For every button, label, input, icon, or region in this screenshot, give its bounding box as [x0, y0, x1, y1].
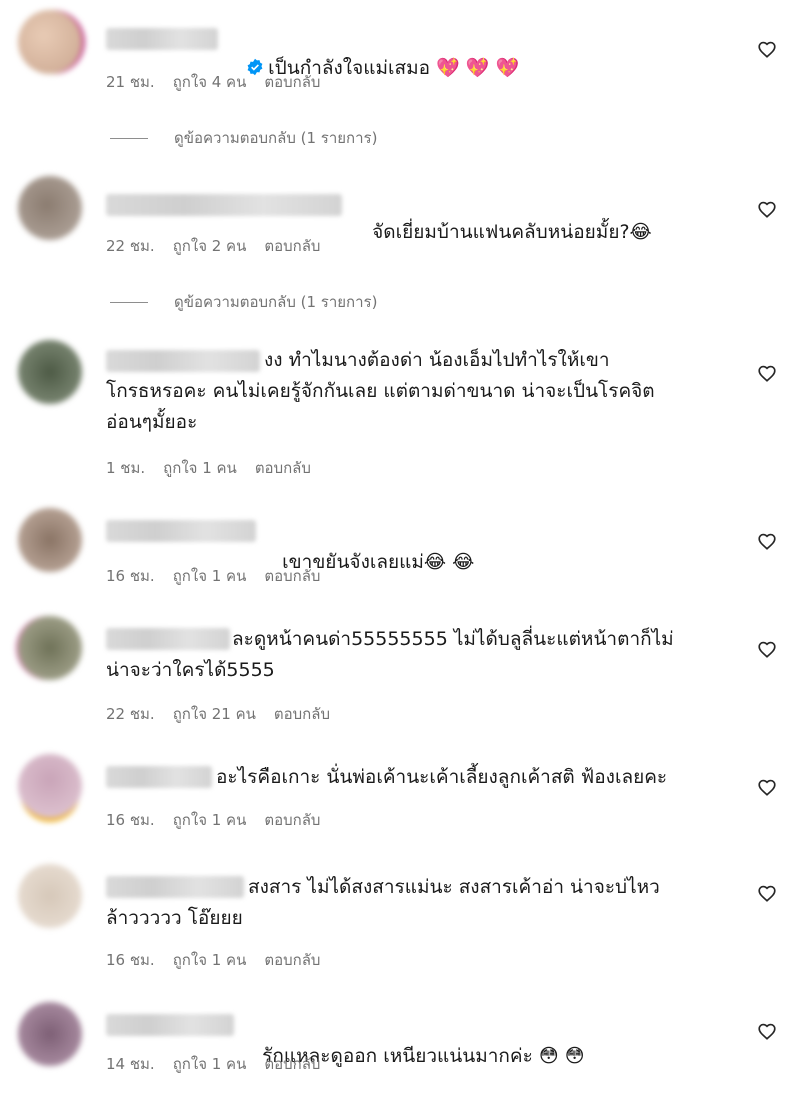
- view-replies-button[interactable]: ดูข้อความตอบกลับ (1 รายการ): [110, 290, 377, 314]
- emoji: 💖 💖 💖: [436, 57, 520, 79]
- comment-meta: 22 ชม. ถูกใจ 21 คน ตอบกลับ: [106, 702, 348, 726]
- username-blurred[interactable]: [106, 766, 212, 788]
- reply-button[interactable]: ตอบกลับ: [264, 237, 320, 255]
- view-replies-button[interactable]: ดูข้อความตอบกลับ (1 รายการ): [110, 126, 377, 150]
- avatar[interactable]: [18, 176, 82, 240]
- comment-text: สงสาร ไม่ได้สงสารแม่นะ สงสารเค้าอ่า น่าจ…: [106, 876, 660, 929]
- comment-text-row: เป็นกำลังใจแม่เสมอ 💖 💖 💖: [222, 22, 742, 115]
- like-count[interactable]: ถูกใจ 1 คน: [173, 951, 247, 969]
- view-replies-label: ดูข้อความตอบกลับ (1 รายการ): [174, 129, 378, 147]
- comment-text: งง ทำไมนางต้องด่า น้องเอ็มไปทำไรให้เขา โ…: [106, 349, 655, 433]
- avatar[interactable]: [18, 508, 82, 572]
- like-count[interactable]: ถูกใจ 1 คน: [173, 1055, 247, 1073]
- reply-button[interactable]: ตอบกลับ: [255, 459, 311, 477]
- username-blurred[interactable]: [106, 194, 342, 216]
- comment-text: อะไรคือเกาะ นั่นพ่อเค้านะเค้าเลี้ยงลูกเค…: [216, 766, 668, 788]
- comment-meta: 14 ชม. ถูกใจ 1 คน ตอบกลับ: [106, 1052, 338, 1076]
- avatar[interactable]: [18, 616, 82, 680]
- timestamp[interactable]: 22 ชม.: [106, 705, 155, 723]
- timestamp[interactable]: 1 ชม.: [106, 459, 145, 477]
- heart-outline-icon[interactable]: [756, 882, 778, 904]
- comment-text: จัดเยี่ยมบ้านแฟนคลับหน่อยมั้ย?: [372, 221, 630, 243]
- like-count[interactable]: ถูกใจ 1 คน: [173, 811, 247, 829]
- heart-outline-icon[interactable]: [756, 638, 778, 660]
- view-replies-label: ดูข้อความตอบกลับ (1 รายการ): [174, 293, 378, 311]
- like-count[interactable]: ถูกใจ 4 คน: [173, 73, 247, 91]
- divider-line: [110, 302, 148, 303]
- reply-button[interactable]: ตอบกลับ: [264, 1055, 320, 1073]
- reply-button[interactable]: ตอบกลับ: [264, 567, 320, 585]
- reply-button[interactable]: ตอบกลับ: [264, 811, 320, 829]
- comment-text-row: เขาขยันจังเลยแม่😂 😂: [258, 516, 718, 609]
- avatar[interactable]: [18, 864, 82, 928]
- like-count[interactable]: ถูกใจ 21 คน: [173, 705, 256, 723]
- avatar[interactable]: [18, 340, 82, 404]
- comment-meta: 16 ชม. ถูกใจ 1 คน ตอบกลับ: [106, 948, 338, 972]
- reply-button[interactable]: ตอบกลับ: [264, 951, 320, 969]
- timestamp[interactable]: 14 ชม.: [106, 1055, 155, 1073]
- comment-meta: 16 ชม. ถูกใจ 1 คน ตอบกลับ: [106, 564, 338, 588]
- timestamp[interactable]: 16 ชม.: [106, 811, 155, 829]
- reply-button[interactable]: ตอบกลับ: [274, 705, 330, 723]
- like-count[interactable]: ถูกใจ 1 คน: [163, 459, 237, 477]
- heart-outline-icon[interactable]: [756, 1020, 778, 1042]
- heart-outline-icon[interactable]: [756, 530, 778, 552]
- like-count[interactable]: ถูกใจ 1 คน: [173, 567, 247, 585]
- heart-outline-icon[interactable]: [756, 362, 778, 384]
- timestamp[interactable]: 21 ชม.: [106, 73, 155, 91]
- heart-outline-icon[interactable]: [756, 776, 778, 798]
- username-blurred[interactable]: [106, 1014, 234, 1036]
- avatar[interactable]: [18, 10, 82, 74]
- comment-meta: 21 ชม. ถูกใจ 4 คน ตอบกลับ: [106, 70, 338, 94]
- timestamp[interactable]: 16 ชม.: [106, 567, 155, 585]
- emoji: 😂: [629, 221, 652, 243]
- avatar[interactable]: [18, 1002, 82, 1066]
- emoji: 😂 😂: [423, 551, 475, 573]
- heart-outline-icon[interactable]: [756, 198, 778, 220]
- reply-button[interactable]: ตอบกลับ: [264, 73, 320, 91]
- timestamp[interactable]: 22 ชม.: [106, 237, 155, 255]
- timestamp[interactable]: 16 ชม.: [106, 951, 155, 969]
- username-blurred[interactable]: [106, 520, 256, 542]
- comment-meta: 22 ชม. ถูกใจ 2 คน ตอบกลับ: [106, 234, 338, 258]
- comment-meta: 1 ชม. ถูกใจ 1 คน ตอบกลับ: [106, 456, 329, 480]
- comment-text-row: จัดเยี่ยมบ้านแฟนคลับหน่อยมั้ย?😂: [348, 186, 748, 279]
- comment-meta: 16 ชม. ถูกใจ 1 คน ตอบกลับ: [106, 808, 338, 832]
- username-blurred[interactable]: [106, 28, 218, 50]
- like-count[interactable]: ถูกใจ 2 คน: [173, 237, 247, 255]
- emoji: 😳 😳: [538, 1045, 585, 1067]
- divider-line: [110, 138, 148, 139]
- avatar[interactable]: [18, 754, 82, 818]
- comment-text: ละดูหน้าคนด่า55555555 ไม่ได้บลูลี่นะแต่ห…: [106, 628, 674, 681]
- heart-outline-icon[interactable]: [756, 38, 778, 60]
